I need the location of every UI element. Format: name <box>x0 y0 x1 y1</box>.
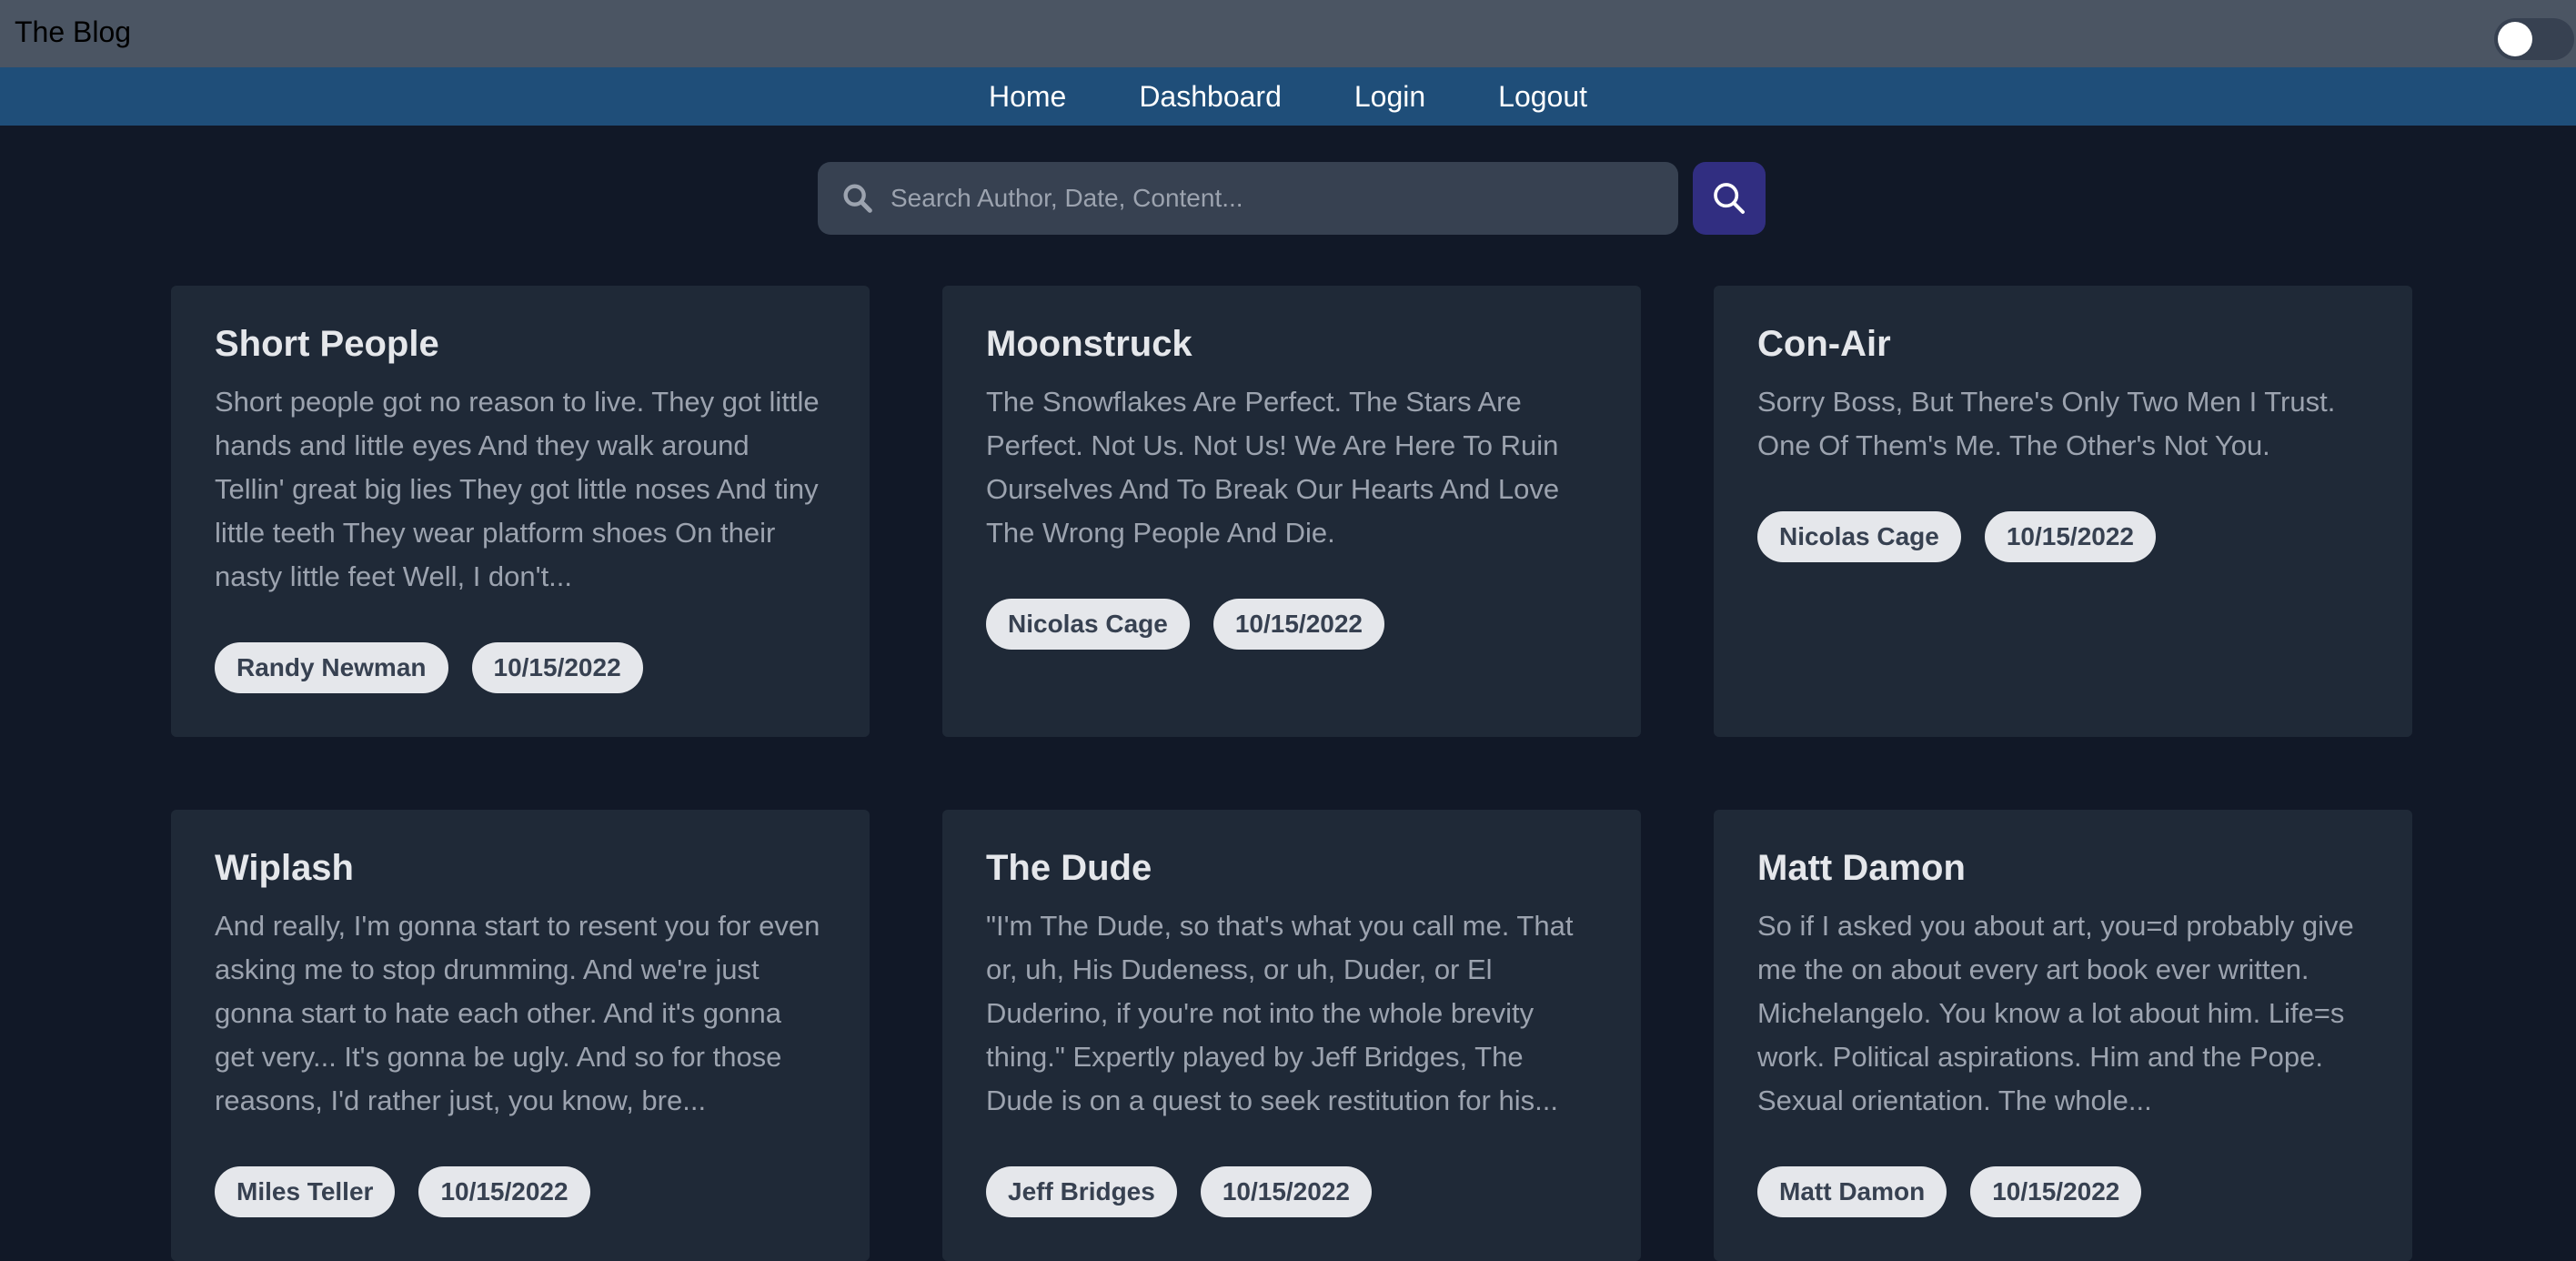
post-title: Matt Damon <box>1757 848 1966 888</box>
post-card[interactable]: The Dude "I'm The Dude, so that's what y… <box>942 810 1641 1261</box>
post-card[interactable]: Moonstruck The Snowflakes Are Perfect. T… <box>942 286 1641 737</box>
author-tag[interactable]: Miles Teller <box>215 1166 396 1217</box>
post-title: Moonstruck <box>986 324 1192 364</box>
author-tag[interactable]: Nicolas Cage <box>986 599 1190 650</box>
post-tags: Randy Newman 10/15/2022 <box>215 642 826 693</box>
post-excerpt: And really, I'm gonna start to resent yo… <box>215 910 820 1116</box>
main-nav: Home Dashboard Login Logout <box>0 67 2576 126</box>
post-card[interactable]: Matt Damon So if I asked you about art, … <box>1714 810 2412 1261</box>
post-tags: Nicolas Cage 10/15/2022 <box>1757 511 2369 562</box>
author-tag[interactable]: Randy Newman <box>215 642 448 693</box>
post-tags: Nicolas Cage 10/15/2022 <box>986 599 1597 650</box>
search-button[interactable] <box>1693 162 1766 235</box>
post-card[interactable]: Con-Air Sorry Boss, But There's Only Two… <box>1714 286 2412 737</box>
date-tag[interactable]: 10/15/2022 <box>418 1166 590 1217</box>
theme-toggle[interactable] <box>2494 18 2574 60</box>
post-title: Short People <box>215 324 439 364</box>
nav-link-dashboard[interactable]: Dashboard <box>1139 79 1282 114</box>
post-title: The Dude <box>986 848 1152 888</box>
post-excerpt: So if I asked you about art, you=d proba… <box>1757 910 2354 1116</box>
date-tag[interactable]: 10/15/2022 <box>1213 599 1384 650</box>
post-excerpt: Short people got no reason to live. They… <box>215 386 820 592</box>
post-card[interactable]: Wiplash And really, I'm gonna start to r… <box>171 810 870 1261</box>
search-icon <box>1714 183 1745 214</box>
date-tag[interactable]: 10/15/2022 <box>1200 1166 1372 1217</box>
date-tag[interactable]: 10/15/2022 <box>471 642 643 693</box>
post-tags: Miles Teller 10/15/2022 <box>215 1166 826 1217</box>
author-tag[interactable]: Jeff Bridges <box>986 1166 1177 1217</box>
post-card[interactable]: Short People Short people got no reason … <box>171 286 870 737</box>
author-tag[interactable]: Nicolas Cage <box>1757 511 1961 562</box>
post-tags: Matt Damon 10/15/2022 <box>1757 1166 2369 1217</box>
post-title: Con-Air <box>1757 324 1891 364</box>
post-tags: Jeff Bridges 10/15/2022 <box>986 1166 1597 1217</box>
nav-link-logout[interactable]: Logout <box>1498 79 1587 114</box>
date-tag[interactable]: 10/15/2022 <box>1984 511 2156 562</box>
search-icon <box>843 184 872 213</box>
nav-link-login[interactable]: Login <box>1354 79 1425 114</box>
post-excerpt: Sorry Boss, But There's Only Two Men I T… <box>1757 386 2336 461</box>
search-bar <box>818 162 1678 235</box>
date-tag[interactable]: 10/15/2022 <box>1970 1166 2142 1217</box>
site-title: The Blog <box>15 15 132 48</box>
post-excerpt: "I'm The Dude, so that's what you call m… <box>986 910 1574 1116</box>
toggle-knob <box>2498 22 2532 56</box>
nav-link-home[interactable]: Home <box>989 79 1066 114</box>
author-tag[interactable]: Matt Damon <box>1757 1166 1947 1217</box>
post-excerpt: The Snowflakes Are Perfect. The Stars Ar… <box>986 386 1560 549</box>
top-bar: The Blog <box>0 0 2576 67</box>
search-input[interactable] <box>889 162 1662 235</box>
post-title: Wiplash <box>215 848 354 888</box>
post-grid: Short People Short people got no reason … <box>171 286 2412 1261</box>
